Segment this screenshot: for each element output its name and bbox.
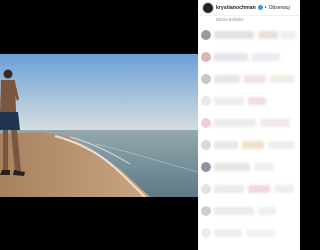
comments-list (198, 24, 300, 250)
verified-badge-icon (257, 5, 263, 10)
list-item (198, 160, 300, 174)
avatar (201, 228, 211, 238)
list-item (198, 138, 300, 152)
list-item (198, 72, 300, 86)
avatar (201, 96, 211, 106)
list-item (198, 50, 300, 64)
avatar (201, 162, 211, 172)
post-header: krystianochman • Obserwuj (198, 0, 300, 16)
beach-photo-image (0, 54, 198, 197)
location-link[interactable]: Mezia ballioke (216, 17, 244, 22)
avatar (201, 206, 211, 216)
avatar (201, 30, 211, 40)
list-item (198, 204, 300, 218)
separator-dot: • (264, 4, 267, 11)
list-item (198, 28, 300, 42)
avatar (201, 140, 211, 150)
list-item (198, 94, 300, 108)
post-sidebar: krystianochman • Obserwuj Mezia ballioke (198, 0, 300, 250)
list-item (198, 226, 300, 240)
avatar (201, 118, 211, 128)
avatar (201, 184, 211, 194)
avatar (201, 52, 211, 62)
follow-button[interactable]: Obserwuj (269, 5, 290, 11)
avatar[interactable] (203, 2, 213, 13)
list-item (198, 182, 300, 196)
post-photo[interactable] (0, 54, 198, 197)
media-area (0, 0, 198, 250)
username-link[interactable]: krystianochman (216, 5, 256, 11)
list-item (198, 116, 300, 130)
avatar (201, 74, 211, 84)
